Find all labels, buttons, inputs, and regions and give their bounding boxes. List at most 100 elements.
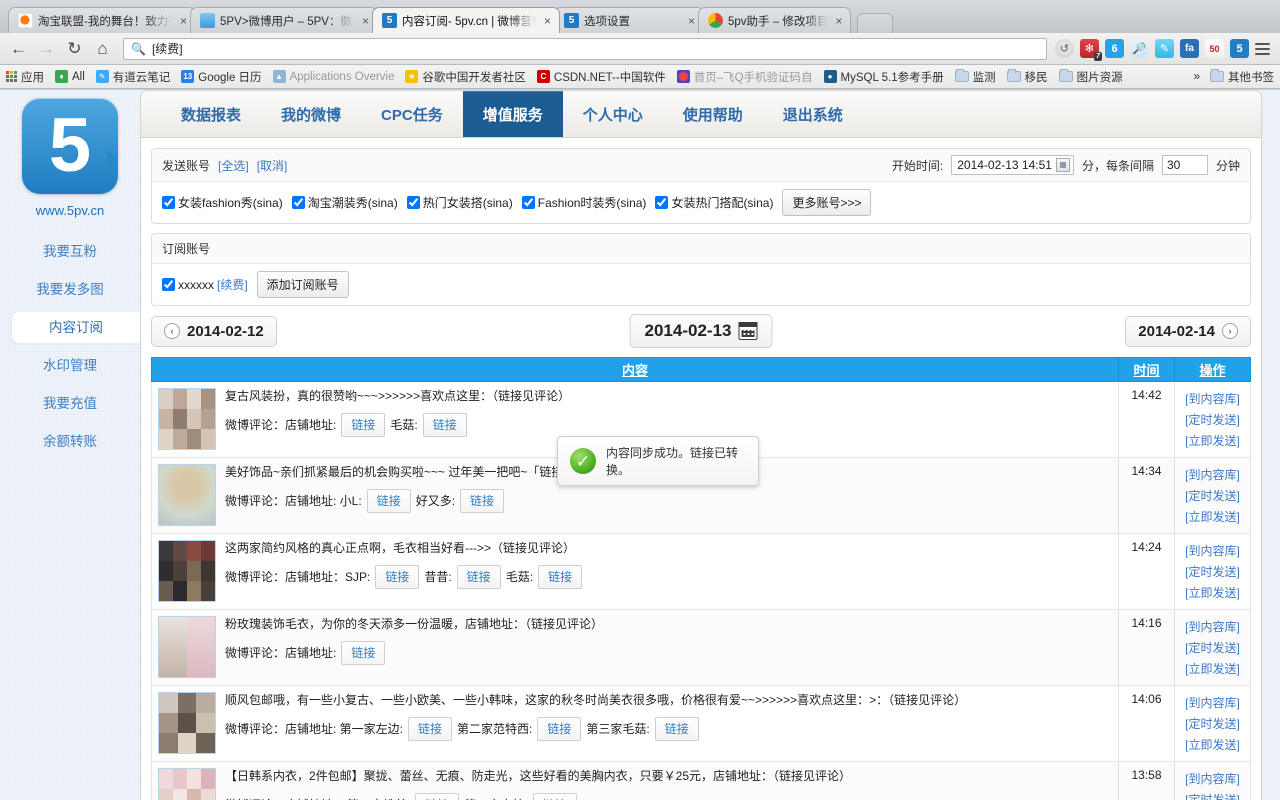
tab-close-icon[interactable]: × xyxy=(542,14,551,28)
subscribe-account-row[interactable]: xxxxxx [续费] xyxy=(162,276,248,293)
tab-help[interactable]: 使用帮助 xyxy=(663,91,763,137)
bookmarks-overflow-chevron[interactable]: » xyxy=(1194,71,1200,83)
bookmark-folder[interactable]: 监测 xyxy=(954,69,996,85)
pink-rose-sweater-thumb[interactable] xyxy=(158,616,216,678)
sidebar-item-recharge[interactable]: 我要充值 xyxy=(0,388,140,419)
action-to-content-library[interactable]: [到内容库] xyxy=(1181,540,1244,561)
other-bookmarks-folder[interactable]: 其他书签 xyxy=(1210,69,1274,85)
bookmark-folder[interactable]: 图片资源 xyxy=(1058,69,1123,85)
account-checkbox[interactable] xyxy=(406,196,420,209)
bookmark-item[interactable]: 首页–飞Q手机验证码自 xyxy=(676,69,813,85)
tab-value-added-service[interactable]: 增值服务 xyxy=(462,91,563,137)
sidebar-item-multi-image[interactable]: 我要发多图 xyxy=(0,274,140,305)
lingerie-collage-thumb[interactable] xyxy=(158,768,216,800)
new-tab-button[interactable] xyxy=(857,13,894,33)
rank50-icon[interactable]: 50 xyxy=(1205,39,1224,58)
magnifier-icon[interactable]: 🔎 xyxy=(1130,39,1149,58)
column-header-actions[interactable]: 操作 xyxy=(1174,357,1251,382)
account-checkbox[interactable] xyxy=(655,196,669,209)
account-checkbox[interactable] xyxy=(291,196,305,209)
action-scheduled-send[interactable]: [定时发送] xyxy=(1181,485,1244,506)
action-to-content-library[interactable]: [到内容库] xyxy=(1181,768,1244,789)
evernote-icon[interactable]: ✻ 7 xyxy=(1080,39,1102,61)
bookmark-item[interactable]: ● MySQL 5.1参考手册 xyxy=(823,69,944,85)
address-bar[interactable]: 🔍 [续费] xyxy=(123,37,1047,60)
action-send-now[interactable]: [立即发送] xyxy=(1181,658,1244,679)
bookmark-item[interactable]: ♦ All xyxy=(55,70,85,83)
action-scheduled-send[interactable]: [定时发送] xyxy=(1181,637,1244,658)
browser-tab[interactable]: 5pv助手 – 修改项目 × xyxy=(698,7,852,33)
action-to-content-library[interactable]: [到内容库] xyxy=(1181,388,1244,409)
link-button[interactable]: 链接 xyxy=(654,717,699,741)
link-button[interactable]: 链接 xyxy=(366,489,411,513)
forward-button[interactable]: → xyxy=(34,36,59,61)
home-button[interactable]: ⌂ xyxy=(90,36,115,61)
sidebar-item-content-subscription[interactable]: 内容订阅 xyxy=(12,312,140,343)
column-header-content[interactable]: 内容 xyxy=(151,357,1119,382)
action-send-now[interactable]: [立即发送] xyxy=(1181,582,1244,603)
action-send-now[interactable]: [立即发送] xyxy=(1181,506,1244,527)
chrome-menu-icon[interactable] xyxy=(1255,42,1270,55)
select-all-link[interactable]: [全选] xyxy=(218,157,249,174)
bookmark-item[interactable]: ▲ Applications Overvie xyxy=(272,70,394,83)
calendar-picker-icon[interactable] xyxy=(1055,158,1070,172)
account-checkbox-row[interactable]: Fashion时装秀(sina) xyxy=(521,194,646,211)
link-button[interactable]: 链接 xyxy=(415,793,460,800)
bookmark-item[interactable]: 13 Google 日历 xyxy=(181,69,262,85)
browser-tab-active[interactable]: 5 内容订阅- 5pv.cn | 微博营销… × xyxy=(372,7,560,33)
link-button[interactable]: 链接 xyxy=(460,489,505,513)
action-scheduled-send[interactable]: [定时发送] xyxy=(1181,561,1244,582)
account-checkbox-row[interactable]: 淘宝潮装秀(sina) xyxy=(291,194,398,211)
sync-icon[interactable]: ↺ xyxy=(1055,39,1074,58)
clear-selection-link[interactable]: [取消] xyxy=(257,157,288,174)
next-date-button[interactable]: 2014-02-14 › xyxy=(1125,315,1251,347)
account-checkbox-row[interactable]: 女装fashion秀(sina) xyxy=(162,194,283,211)
interval-input[interactable] xyxy=(1161,155,1208,175)
sidebar-item-watermark[interactable]: 水印管理 xyxy=(0,350,140,381)
renew-link[interactable]: [续费] xyxy=(217,276,248,293)
streetwear-collage-thumb[interactable] xyxy=(158,692,216,754)
note-icon[interactable]: ✎ xyxy=(1155,39,1174,58)
link-button[interactable]: 链接 xyxy=(341,641,386,665)
fashion-collage-thumb[interactable] xyxy=(158,388,216,450)
subscribe-account-checkbox[interactable] xyxy=(162,278,175,291)
tab-close-icon[interactable]: × xyxy=(178,14,187,28)
browser-tab[interactable]: 5 选项设置 × xyxy=(554,7,704,33)
more-accounts-button[interactable]: 更多账号>>> xyxy=(782,189,872,216)
bookmark-item[interactable]: ✎ 有道云笔记 xyxy=(95,69,170,85)
current-date-button[interactable]: 2014-02-13 xyxy=(629,314,773,348)
add-subscribe-account-button[interactable]: 添加订阅账号 xyxy=(256,271,349,298)
account-checkbox[interactable] xyxy=(521,196,535,209)
tab-close-icon[interactable]: × xyxy=(833,14,842,28)
bookmark-folder[interactable]: 移民 xyxy=(1006,69,1048,85)
prev-date-button[interactable]: ‹ 2014-02-12 xyxy=(151,315,277,347)
link-button[interactable]: 链接 xyxy=(538,565,583,589)
link-button[interactable]: 链接 xyxy=(341,413,386,437)
action-send-now[interactable]: [立即发送] xyxy=(1181,734,1244,755)
reload-button[interactable]: ↻ xyxy=(62,36,87,61)
action-scheduled-send[interactable]: [定时发送] xyxy=(1181,713,1244,734)
link-button[interactable]: 链接 xyxy=(532,793,577,800)
bookmark-item[interactable]: C CSDN.NET--中国软件 xyxy=(536,69,666,85)
action-to-content-library[interactable]: [到内容库] xyxy=(1181,464,1244,485)
action-to-content-library[interactable]: [到内容库] xyxy=(1181,692,1244,713)
calendar-icon[interactable] xyxy=(738,322,758,340)
bookmark-item[interactable]: ★ 谷歌中国开发者社区 xyxy=(405,69,526,85)
sweaters-thumb[interactable] xyxy=(158,540,216,602)
link-button[interactable]: 链接 xyxy=(456,565,501,589)
link-button[interactable]: 链接 xyxy=(375,565,420,589)
sidebar-item-balance-transfer[interactable]: 余额转账 xyxy=(0,426,140,457)
tab-logout[interactable]: 退出系统 xyxy=(763,91,863,137)
link-button[interactable]: 链接 xyxy=(408,717,453,741)
link-button[interactable]: 链接 xyxy=(422,413,467,437)
browser-tab[interactable]: 淘宝联盟-我的舞台！致力于… × xyxy=(8,7,196,33)
account-checkbox-row[interactable]: 热门女装搭(sina) xyxy=(406,194,513,211)
sidebar-item-mutual-follow[interactable]: 我要互粉 xyxy=(0,236,140,267)
tab-my-weibo[interactable]: 我的微博 xyxy=(261,91,361,137)
earrings-thumb[interactable] xyxy=(158,464,216,526)
tab-personal-center[interactable]: 个人中心 xyxy=(563,91,663,137)
tab-cpc-task[interactable]: CPC任务 xyxy=(361,91,463,137)
tab-close-icon[interactable]: × xyxy=(360,14,369,28)
tab-data-report[interactable]: 数据报表 xyxy=(161,91,261,137)
account-checkbox-row[interactable]: 女装热门搭配(sina) xyxy=(655,194,773,211)
